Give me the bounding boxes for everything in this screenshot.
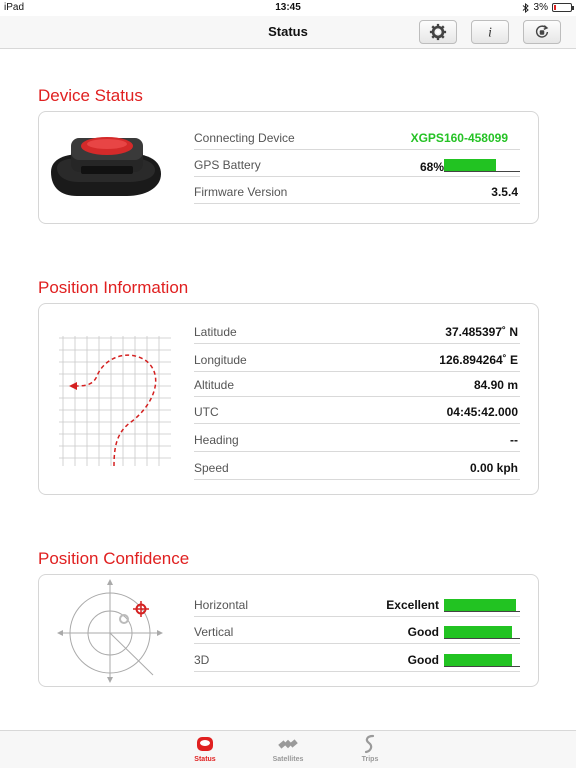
tab-label: Status <box>194 756 216 763</box>
gps-device-image <box>51 137 161 196</box>
row-label: 3D <box>194 653 210 667</box>
status-tab-icon <box>197 737 213 751</box>
horizontal-confidence-bar <box>444 599 516 611</box>
device-status-title: Device Status <box>38 86 143 105</box>
info-row: UTC 04:45:42.000 <box>194 398 520 424</box>
row-label: Firmware Version <box>194 185 288 199</box>
altitude-value: 84.90 m <box>473 378 518 392</box>
device-name-value: XGPS160-458099 <box>410 131 508 145</box>
row-label: Latitude <box>194 325 237 339</box>
row-label: Vertical <box>194 625 234 639</box>
satellite-icon <box>278 739 298 749</box>
row-label: GPS Battery <box>194 158 261 172</box>
speed-value: 0.00 kph <box>469 461 518 475</box>
vertical-confidence-bar <box>444 626 512 638</box>
battery-level-bar <box>444 159 496 171</box>
info-row: 3D Good <box>194 646 520 672</box>
position-confidence-title: Position Confidence <box>38 549 190 568</box>
confidence-target-icon <box>57 579 163 683</box>
info-row: Connecting Device XGPS160-458099 <box>194 124 520 150</box>
row-label: Horizontal <box>194 598 249 612</box>
row-label: Longitude <box>194 353 247 367</box>
battery-value: 68% <box>419 160 444 174</box>
info-row: Horizontal Excellent <box>194 591 520 617</box>
firmware-value: 3.5.4 <box>491 185 518 199</box>
device-status-card: Connecting Device XGPS160-458099 GPS Bat… <box>38 111 539 224</box>
tab-bar: Status Satellites Trips <box>0 730 576 768</box>
latitude-value: 37.485397˚ N <box>445 325 518 339</box>
system-status-bar: iPad 13:45 3% <box>0 0 576 16</box>
horizontal-confidence-value: Excellent <box>386 598 439 612</box>
reset-icon <box>535 25 549 38</box>
tab-trips[interactable]: Trips <box>340 734 400 763</box>
tab-satellites[interactable]: Satellites <box>258 734 318 763</box>
row-label: Heading <box>194 433 239 447</box>
info-row: Heading -- <box>194 426 520 452</box>
info-icon: i <box>488 25 492 40</box>
gear-icon <box>429 23 447 41</box>
info-row: Latitude 37.485397˚ N <box>194 318 520 344</box>
clock: 13:45 <box>275 2 301 13</box>
utc-value: 04:45:42.000 <box>446 405 518 419</box>
row-label: Connecting Device <box>194 131 295 145</box>
position-confidence-card: Horizontal Excellent Vertical Good 3D Go… <box>38 574 539 687</box>
reset-button[interactable] <box>523 20 561 44</box>
svg-text:i: i <box>488 25 492 40</box>
info-button[interactable]: i <box>471 20 509 44</box>
3d-confidence-bar <box>444 654 512 666</box>
battery-percent: 3% <box>533 2 548 13</box>
position-info-title: Position Information <box>38 278 189 297</box>
longitude-value: 126.894264˚ E <box>439 353 518 367</box>
track-map-icon <box>59 336 171 466</box>
settings-button[interactable] <box>419 20 457 44</box>
navigation-bar: Status i <box>0 16 576 49</box>
position-info-card: Latitude 37.485397˚ N Longitude 126.8942… <box>38 303 539 495</box>
tab-label: Satellites <box>272 756 304 763</box>
info-row: Vertical Good <box>194 618 520 644</box>
row-label: Altitude <box>194 378 235 392</box>
tab-status[interactable]: Status <box>175 734 235 763</box>
bluetooth-icon <box>522 2 529 13</box>
3d-confidence-value: Good <box>407 653 439 667</box>
status-content[interactable]: Device Status Connecting Device XGPS160-… <box>0 50 576 730</box>
trips-icon <box>364 734 375 754</box>
row-label: UTC <box>194 405 219 419</box>
battery-icon <box>552 3 574 12</box>
tab-label: Trips <box>361 756 379 763</box>
row-label: Speed <box>194 461 229 475</box>
info-row: Firmware Version 3.5.4 <box>194 178 520 204</box>
info-row: GPS Battery 68% <box>194 151 520 177</box>
heading-value: -- <box>510 433 518 447</box>
vertical-confidence-value: Good <box>407 625 439 639</box>
info-row: Longitude 126.894264˚ E <box>194 346 520 372</box>
info-row: Speed 0.00 kph <box>194 454 520 480</box>
info-row: Altitude 84.90 m <box>194 371 520 397</box>
